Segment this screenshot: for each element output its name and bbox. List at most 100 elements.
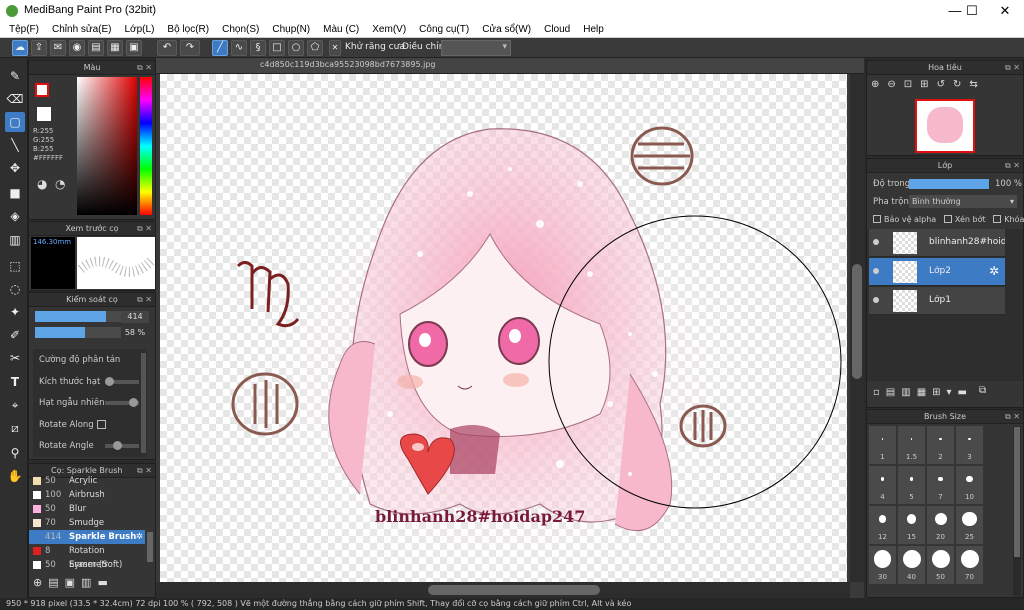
panel-close-icon[interactable]: ⧉ ✕: [1005, 159, 1020, 173]
brush-item[interactable]: 100 Airbrush: [29, 488, 145, 502]
brush-delete-icon[interactable]: ▥: [81, 576, 97, 589]
dot-tool-icon[interactable]: ╲: [5, 135, 25, 155]
new-layer-icon[interactable]: ▫: [873, 387, 886, 398]
gradient-tool-icon[interactable]: ▥: [5, 230, 25, 250]
fill-rect-tool-icon[interactable]: ■: [5, 183, 25, 203]
panel-close-icon[interactable]: ⧉ ✕: [137, 222, 152, 236]
canvas-vertical-scrollbar[interactable]: [850, 74, 864, 582]
hand-tool-icon[interactable]: ✋: [5, 466, 25, 486]
brush-item[interactable]: 8 Rotation Symmetr: [29, 544, 145, 570]
menu-layer[interactable]: Lớp(L): [125, 22, 155, 37]
cloud-icon[interactable]: ☁: [12, 40, 28, 56]
brush-import-icon[interactable]: ▣: [65, 576, 81, 589]
comment-icon[interactable]: ✉: [50, 40, 66, 56]
panel-icon[interactable]: ▣: [126, 40, 142, 56]
polyline-tool-icon[interactable]: ∿: [231, 40, 247, 56]
brush-size-cell[interactable]: 1: [869, 426, 896, 464]
text-tool-icon[interactable]: T: [5, 372, 25, 392]
divide-tool-icon[interactable]: ⧄: [5, 418, 25, 438]
panel-close-icon[interactable]: ⧉ ✕: [1005, 410, 1020, 424]
antialias-checkbox[interactable]: ✕: [329, 40, 341, 56]
brush-size-cell[interactable]: 50: [927, 546, 954, 584]
rotate-left-icon[interactable]: ↺: [937, 79, 953, 90]
actual-size-icon[interactable]: ⊞: [920, 79, 936, 90]
layer-settings-gear-icon[interactable]: ✲: [989, 264, 999, 278]
drawing-canvas[interactable]: blinhanh28#hoidap247: [160, 74, 847, 604]
layer-row[interactable]: Lớp1: [869, 287, 1005, 315]
select-eraser-tool-icon[interactable]: ✂: [5, 348, 25, 368]
menu-cloud[interactable]: Cloud: [544, 22, 570, 37]
rotate-along-checkbox[interactable]: [97, 420, 106, 429]
brush-size-cell[interactable]: 70: [956, 546, 983, 584]
brush-item[interactable]: 50 Acrylic: [29, 474, 145, 488]
layer-opacity-slider[interactable]: [909, 179, 989, 189]
adjust-dropdown[interactable]: [441, 40, 511, 56]
layer-visibility-icon[interactable]: [873, 297, 879, 303]
brush-tool-icon[interactable]: ✎: [5, 66, 25, 86]
menu-window[interactable]: Cửa sổ(W): [482, 22, 531, 37]
canvas-horizontal-scrollbar[interactable]: [156, 582, 850, 598]
clip-checkbox[interactable]: [943, 215, 952, 223]
color-settings-icon[interactable]: ◔: [55, 177, 65, 191]
document-tab[interactable]: c4d850c119d3bca95523098bd7673895.jpg: [156, 58, 864, 74]
navigator-thumbnail[interactable]: [915, 99, 975, 153]
brush-size-cell[interactable]: 7: [927, 466, 954, 504]
rectangle-tool-icon[interactable]: □: [269, 40, 285, 56]
brush-size-cell[interactable]: 15: [898, 506, 925, 544]
panel-close-icon[interactable]: ⧉ ✕: [137, 293, 152, 307]
chat-icon[interactable]: ◉: [69, 40, 85, 56]
brush-item[interactable]: 70 Smudge: [29, 516, 145, 530]
brush-size-cell[interactable]: 3: [956, 426, 983, 464]
layer-settings-icon[interactable]: ▦: [917, 387, 932, 398]
ellipse-tool-icon[interactable]: ○: [288, 40, 304, 56]
eyedropper-tool-icon[interactable]: ⚲: [5, 443, 25, 463]
close-button[interactable]: ✕: [982, 0, 1024, 22]
grid-icon[interactable]: ▦: [107, 40, 123, 56]
foreground-color-swatch[interactable]: [35, 83, 49, 97]
menu-edit[interactable]: Chỉnh sửa(E): [52, 22, 112, 37]
fit-icon[interactable]: ⊡: [904, 79, 920, 90]
brush-settings-icon[interactable]: ✲: [136, 530, 143, 544]
rotate-right-icon[interactable]: ↻: [953, 79, 969, 90]
shape-tool-icon[interactable]: ▢: [5, 112, 25, 132]
lock-checkbox[interactable]: [993, 215, 1002, 223]
panel-close-icon[interactable]: ⧉ ✕: [137, 61, 152, 75]
delete-layer-icon[interactable]: ⧉: [979, 385, 986, 396]
layer-row[interactable]: blinhanh28#hoidap: [869, 229, 1005, 257]
eraser-tool-icon[interactable]: ⌫: [5, 89, 25, 109]
zoom-in-icon[interactable]: ⊕: [871, 79, 887, 90]
protect-alpha-checkbox[interactable]: [873, 215, 881, 223]
transparent-swatch[interactable]: [37, 107, 51, 121]
palette-icon[interactable]: ◕: [37, 177, 47, 191]
brush-size-cell[interactable]: 4: [869, 466, 896, 504]
brush-size-slider[interactable]: [35, 311, 121, 322]
brush-size-cell[interactable]: 2: [927, 426, 954, 464]
document-icon[interactable]: ▤: [88, 40, 104, 56]
add-brush-icon[interactable]: ⊕: [33, 576, 48, 589]
line-tool-icon[interactable]: ╱: [212, 40, 228, 56]
brush-opacity-slider[interactable]: [35, 327, 121, 338]
brush-size-cell[interactable]: 25: [956, 506, 983, 544]
brush-size-scrollbar[interactable]: [1013, 426, 1021, 596]
menu-view[interactable]: Xem(V): [372, 22, 406, 37]
menu-help[interactable]: Help: [583, 22, 604, 37]
layer-visibility-icon[interactable]: [873, 268, 879, 274]
magic-wand-tool-icon[interactable]: ✦: [5, 302, 25, 322]
menu-snap[interactable]: Chụp(N): [272, 22, 310, 37]
export-icon[interactable]: ⇪: [31, 40, 47, 56]
layer-folder-icon[interactable]: ▬: [958, 387, 973, 398]
brush-size-cell[interactable]: 40: [898, 546, 925, 584]
brush-size-value[interactable]: 414: [121, 311, 149, 323]
brush-menu-icon[interactable]: ▤: [48, 576, 64, 589]
brush-folder-icon[interactable]: ▬: [97, 576, 113, 589]
brush-item[interactable]: 50 Blur: [29, 502, 145, 516]
brush-size-cell[interactable]: 1.5: [898, 426, 925, 464]
new-layer-copy-icon[interactable]: ▤: [886, 387, 901, 398]
brush-size-cell[interactable]: 30: [869, 546, 896, 584]
brush-item[interactable]: 50 Eraser (Soft): [29, 558, 145, 572]
menu-color[interactable]: Màu (C): [323, 22, 359, 37]
brush-control-scrollbar[interactable]: [141, 353, 146, 453]
menu-tools[interactable]: Công cụ(T): [419, 22, 469, 37]
polygon-tool-icon[interactable]: ⬠: [307, 40, 323, 56]
brush-size-cell[interactable]: 5: [898, 466, 925, 504]
